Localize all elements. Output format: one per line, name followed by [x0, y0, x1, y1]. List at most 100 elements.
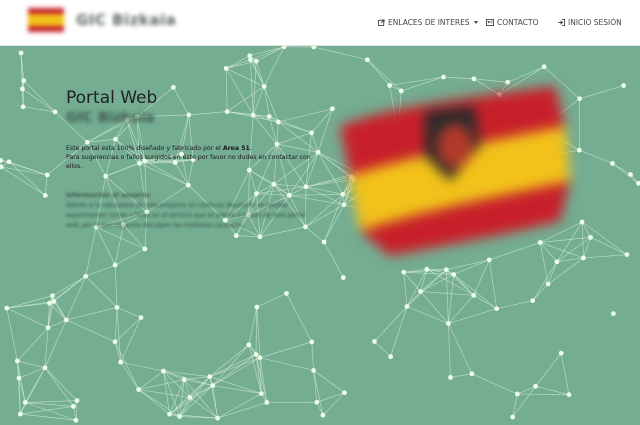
- network-node: [22, 400, 28, 405]
- network-link: [18, 367, 46, 379]
- network-link: [85, 264, 116, 277]
- network-link: [1, 166, 48, 176]
- network-link: [120, 317, 142, 363]
- network-link: [22, 88, 56, 113]
- network-node: [505, 79, 511, 85]
- network-node: [142, 246, 148, 252]
- network-node: [401, 269, 407, 275]
- network-link: [44, 367, 74, 407]
- network-node: [471, 76, 477, 82]
- network-link: [85, 226, 97, 277]
- network-link: [313, 46, 368, 61]
- network-link: [389, 76, 444, 86]
- network-node: [558, 350, 564, 356]
- network-node: [446, 321, 451, 326]
- network-node: [579, 219, 585, 225]
- network-node: [577, 96, 583, 102]
- network-node: [494, 306, 500, 312]
- network-link: [590, 237, 628, 255]
- contact-card-icon: [486, 19, 494, 26]
- network-link: [248, 307, 258, 345]
- network-node: [443, 267, 449, 273]
- network-link: [85, 276, 118, 308]
- network-link: [446, 259, 490, 271]
- network-link: [6, 307, 49, 328]
- network-node: [70, 403, 76, 409]
- network-link: [313, 370, 345, 393]
- network-node: [49, 293, 55, 299]
- network-node: [51, 299, 57, 304]
- spain-flag-logo-icon: [28, 8, 64, 32]
- network-node: [448, 375, 453, 380]
- network-node: [611, 311, 616, 317]
- network-node: [588, 234, 593, 240]
- network-node: [112, 339, 118, 345]
- network-link: [8, 161, 46, 196]
- network-node: [18, 50, 24, 56]
- network-link: [44, 174, 48, 196]
- network-link: [403, 271, 421, 292]
- network-link: [0, 166, 46, 196]
- network-link: [249, 46, 285, 56]
- hero-content: Portal Web GIC Bizkaia Este portal esta …: [66, 88, 316, 231]
- network-node: [20, 86, 25, 92]
- brand[interactable]: GIC Bizkaia: [28, 8, 176, 32]
- network-link: [532, 283, 549, 301]
- network-link: [255, 307, 258, 355]
- network-link: [406, 306, 449, 324]
- nav-label: INICIO SESIÓN: [568, 18, 622, 27]
- network-link: [583, 254, 627, 259]
- network-link: [52, 275, 86, 297]
- network-link: [374, 306, 408, 342]
- network-node: [45, 325, 51, 331]
- network-link: [313, 370, 318, 403]
- network-node: [514, 391, 520, 397]
- network-link: [189, 397, 218, 419]
- nav-inicio-sesion[interactable]: INICIO SESIÓN: [558, 18, 622, 27]
- network-node: [404, 304, 410, 309]
- network-node: [486, 257, 492, 263]
- network-link: [6, 308, 18, 362]
- network-link: [374, 341, 391, 357]
- network-link: [259, 341, 312, 358]
- network-node: [17, 411, 23, 417]
- network-link: [169, 397, 191, 415]
- network-node: [161, 368, 166, 374]
- top-navbar: GIC Bizkaia ENLACES DE INTERES CONTACTO …: [0, 0, 640, 46]
- network-link: [114, 317, 142, 343]
- network-link: [226, 59, 251, 69]
- network-link: [535, 352, 562, 387]
- network-node: [364, 57, 370, 63]
- network-node: [0, 164, 4, 170]
- network-link: [75, 400, 78, 421]
- network-link: [612, 163, 631, 175]
- network-node: [309, 339, 315, 345]
- network-link: [420, 291, 449, 324]
- network-link: [217, 393, 262, 419]
- network-link: [507, 66, 545, 83]
- network-link: [250, 46, 285, 61]
- network-link: [116, 307, 142, 318]
- network-link: [420, 269, 428, 292]
- network-link: [138, 389, 180, 417]
- nav-contacto[interactable]: CONTACTO: [486, 18, 538, 27]
- nav-enlaces-de-interes[interactable]: ENLACES DE INTERES: [378, 18, 478, 27]
- network-node: [20, 104, 26, 110]
- network-node: [253, 352, 259, 357]
- network-node: [610, 161, 615, 166]
- network-link: [236, 235, 261, 238]
- network-node: [541, 64, 547, 70]
- network-node: [246, 342, 252, 348]
- network-link: [488, 259, 498, 309]
- network-node: [441, 74, 446, 80]
- network-link: [116, 307, 122, 363]
- network-node: [624, 252, 630, 257]
- network-node: [207, 374, 213, 380]
- network-node: [254, 304, 260, 310]
- network-link: [256, 293, 287, 308]
- user-info-text: Debido a la naturaleza de este proyecto …: [66, 202, 306, 229]
- network-link: [226, 68, 265, 87]
- network-node: [530, 298, 536, 304]
- network-link: [473, 294, 497, 310]
- network-node: [315, 149, 321, 155]
